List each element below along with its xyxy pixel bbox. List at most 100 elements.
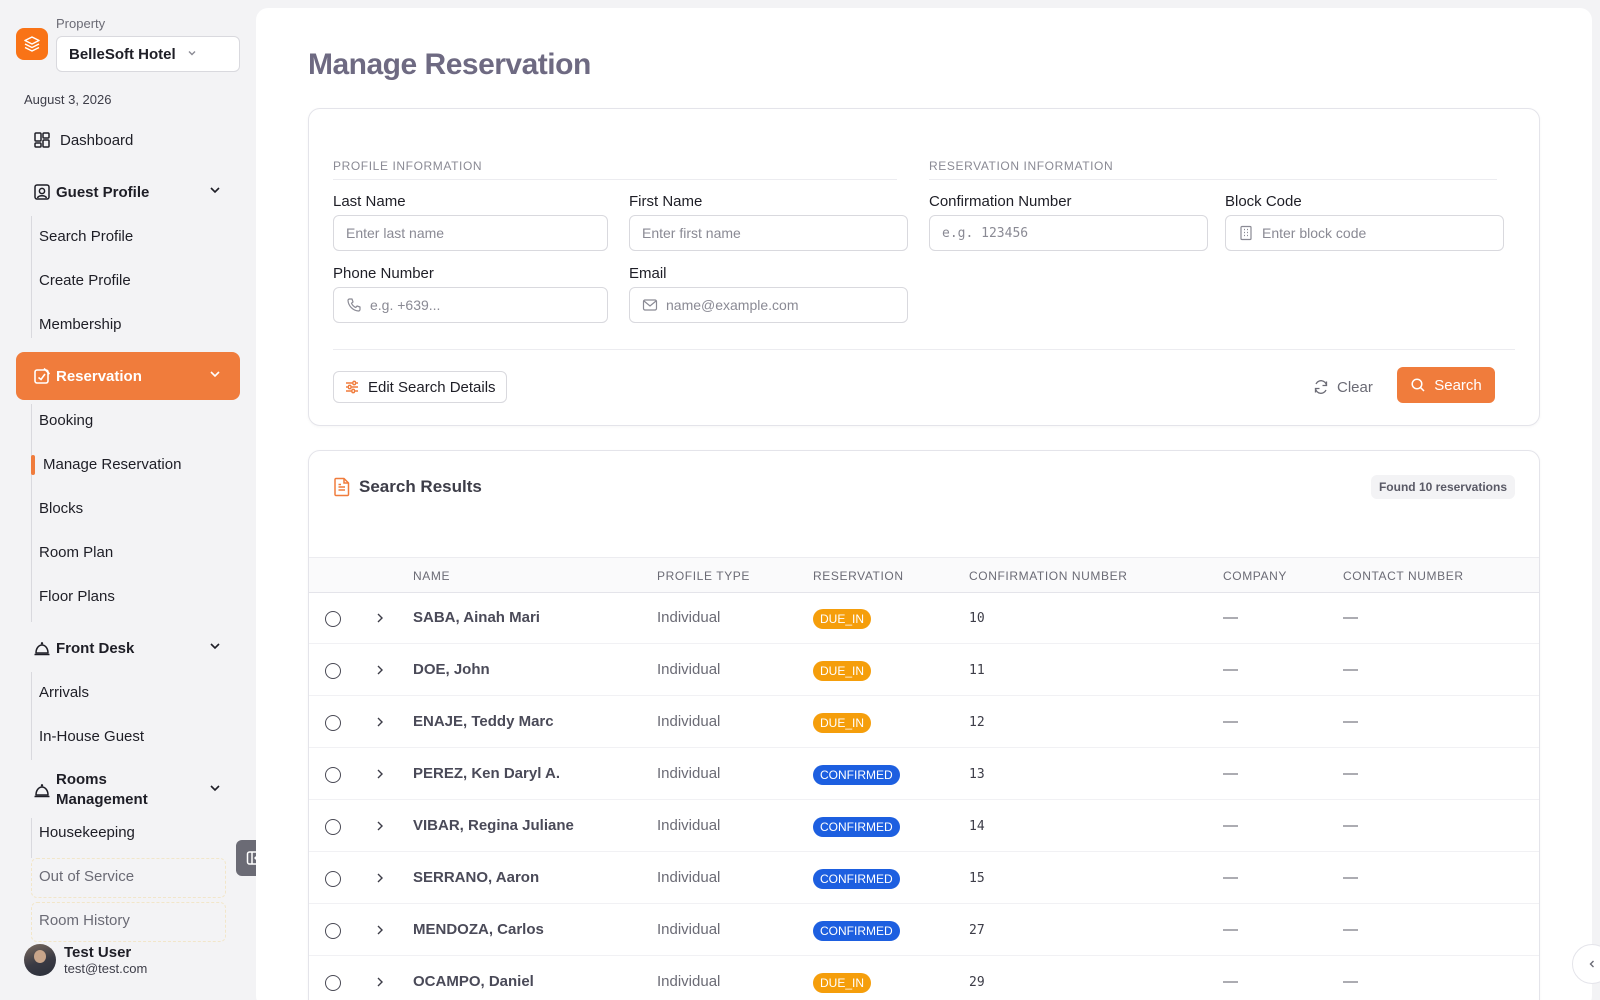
sidebar-group-label: Guest Profile	[56, 183, 150, 201]
table-row[interactable]: OCAMPO, Daniel Individual DUE_IN 29 — —	[309, 957, 1539, 1000]
row-select-radio[interactable]	[325, 819, 341, 835]
sidebar-group-label: Front Desk	[56, 639, 135, 657]
sidebar-item-manage-reservation[interactable]: Manage Reservation	[43, 455, 181, 475]
sidebar-group-rooms-management[interactable]: Rooms Management	[16, 768, 240, 812]
table-row[interactable]: SERRANO, Aaron Individual CONFIRMED 15 — —	[309, 853, 1539, 904]
guest-name[interactable]: SABA, Ainah Mari	[413, 609, 540, 626]
table-row[interactable]: DOE, John Individual DUE_IN 11 — —	[309, 645, 1539, 696]
row-expand-button[interactable]	[373, 871, 387, 885]
results-title: Search Results	[333, 477, 482, 497]
row-select-radio[interactable]	[325, 975, 341, 991]
company: —	[1223, 609, 1238, 626]
guest-name[interactable]: PEREZ, Ken Daryl A.	[413, 765, 560, 782]
row-select-radio[interactable]	[325, 871, 341, 887]
guest-name[interactable]: SERRANO, Aaron	[413, 869, 539, 886]
contact-number: —	[1343, 609, 1358, 626]
confirmation-number: 12	[969, 715, 985, 730]
sidebar-item-membership[interactable]: Membership	[39, 315, 122, 335]
block-code-input[interactable]: Enter block code	[1225, 215, 1504, 251]
clear-button[interactable]: Clear	[1313, 371, 1373, 403]
guest-name[interactable]: VIBAR, Regina Juliane	[413, 817, 574, 834]
divider	[333, 349, 1515, 350]
column-header-name[interactable]: NAME	[413, 569, 450, 583]
chevron-right-icon	[377, 717, 383, 727]
table-row[interactable]: ENAJE, Teddy Marc Individual DUE_IN 12 — —	[309, 697, 1539, 748]
property-select[interactable]: BelleSoft Hotel	[56, 36, 240, 72]
search-label: Search	[1434, 376, 1482, 394]
chevron-down-icon	[208, 781, 222, 799]
row-expand-button[interactable]	[373, 975, 387, 989]
row-select-radio[interactable]	[325, 767, 341, 783]
column-header-profile-type[interactable]: PROFILE TYPE	[657, 569, 750, 583]
results-count-badge: Found 10 reservations	[1370, 475, 1515, 499]
sidebar-item-create-profile[interactable]: Create Profile	[39, 271, 131, 291]
clear-label: Clear	[1337, 378, 1373, 396]
edit-search-details-button[interactable]: Edit Search Details	[333, 371, 507, 403]
sidebar-group-reservation[interactable]: Reservation	[16, 352, 240, 400]
search-button[interactable]: Search	[1397, 367, 1495, 403]
bell-icon	[32, 780, 52, 800]
active-item-marker	[31, 455, 35, 475]
sidebar-group-front-desk[interactable]: Front Desk	[16, 630, 240, 666]
chevron-right-icon	[377, 873, 383, 883]
confirmation-number: 29	[969, 975, 985, 990]
company: —	[1223, 921, 1238, 938]
company: —	[1223, 973, 1238, 990]
user-profile[interactable]: Test User test@test.com	[24, 944, 147, 976]
status-badge: CONFIRMED	[813, 869, 900, 889]
chevron-right-icon	[377, 821, 383, 831]
table-row[interactable]: SABA, Ainah Mari Individual DUE_IN 10 — —	[309, 593, 1539, 644]
column-header-contact-number[interactable]: CONTACT NUMBER	[1343, 569, 1464, 583]
row-expand-button[interactable]	[373, 767, 387, 781]
refresh-icon	[1313, 379, 1329, 395]
guest-name[interactable]: ENAJE, Teddy Marc	[413, 713, 554, 730]
email-label: Email	[629, 265, 667, 282]
column-header-company[interactable]: COMPANY	[1223, 569, 1287, 583]
row-select-radio[interactable]	[325, 715, 341, 731]
chevron-down-icon	[186, 46, 198, 63]
sidebar-item-arrivals[interactable]: Arrivals	[39, 683, 89, 703]
sidebar-item-dashboard[interactable]: Dashboard	[16, 122, 240, 158]
email-input[interactable]: name@example.com	[629, 287, 908, 323]
phone-input[interactable]: e.g. +639...	[333, 287, 608, 323]
profile-type: Individual	[657, 817, 721, 834]
sidebar-item-room-plan[interactable]: Room Plan	[39, 543, 113, 563]
column-header-confirmation-number[interactable]: CONFIRMATION NUMBER	[969, 569, 1128, 583]
sidebar-group-guest-profile[interactable]: Guest Profile	[16, 174, 240, 210]
last-name-input[interactable]: Enter last name	[333, 215, 608, 251]
guest-name[interactable]: OCAMPO, Daniel	[413, 973, 534, 990]
section-heading-profile: PROFILE INFORMATION	[333, 159, 483, 173]
sidebar-item-blocks[interactable]: Blocks	[39, 499, 83, 519]
sidebar-item-room-history[interactable]: Room History	[39, 911, 130, 931]
table-row[interactable]: MENDOZA, Carlos Individual CONFIRMED 27 — —	[309, 905, 1539, 956]
row-select-radio[interactable]	[325, 663, 341, 679]
row-expand-button[interactable]	[373, 611, 387, 625]
sidebar-item-booking[interactable]: Booking	[39, 411, 93, 431]
sidebar-item-housekeeping[interactable]: Housekeeping	[39, 823, 135, 843]
row-expand-button[interactable]	[373, 663, 387, 677]
column-header-reservation[interactable]: RESERVATION	[813, 569, 904, 583]
row-select-radio[interactable]	[325, 923, 341, 939]
row-expand-button[interactable]	[373, 715, 387, 729]
chevron-right-icon	[377, 613, 383, 623]
sidebar-item-search-profile[interactable]: Search Profile	[39, 227, 133, 247]
table-row[interactable]: PEREZ, Ken Daryl A. Individual CONFIRMED 13…	[309, 749, 1539, 800]
first-name-label: First Name	[629, 193, 703, 210]
sidebar-item-out-of-service[interactable]: Out of Service	[39, 867, 134, 887]
row-select-radio[interactable]	[325, 611, 341, 627]
sidebar-item-floor-plans[interactable]: Floor Plans	[39, 587, 115, 607]
row-expand-button[interactable]	[373, 819, 387, 833]
row-expand-button[interactable]	[373, 923, 387, 937]
guest-name[interactable]: MENDOZA, Carlos	[413, 921, 544, 938]
guest-name[interactable]: DOE, John	[413, 661, 490, 678]
confirmation-number: 11	[969, 663, 985, 678]
sidebar-group-label: Rooms Management	[56, 770, 148, 810]
confirmation-number: 14	[969, 819, 985, 834]
sidebar-item-in-house-guest[interactable]: In-House Guest	[39, 727, 144, 747]
phone-icon	[346, 297, 362, 313]
first-name-input[interactable]: Enter first name	[629, 215, 908, 251]
submenu-line	[31, 672, 32, 760]
confirmation-input[interactable]: e.g. 123456	[929, 215, 1208, 251]
table-row[interactable]: VIBAR, Regina Juliane Individual CONFIRMED…	[309, 801, 1539, 852]
building-icon	[1238, 225, 1254, 241]
